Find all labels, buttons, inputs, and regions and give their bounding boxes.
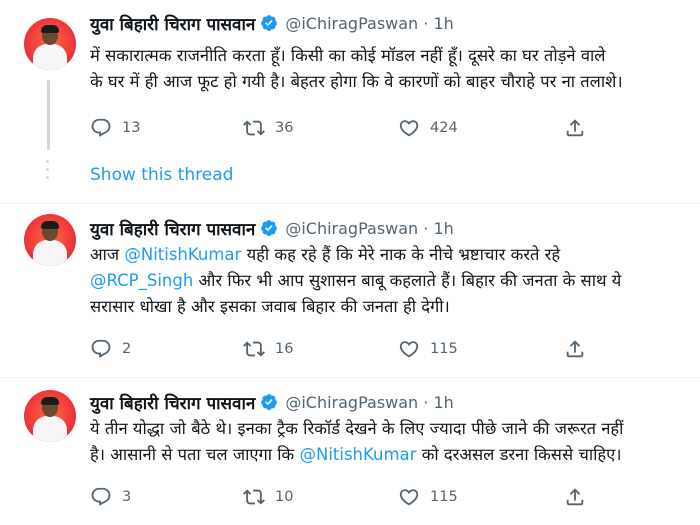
- share-button[interactable]: [564, 338, 586, 360]
- handle-timestamp[interactable]: @iChiragPaswan · 1h: [285, 393, 453, 412]
- reply-count: 13: [122, 120, 141, 136]
- text-segment: को दरअसल डरना किससे चाहिए।: [416, 445, 622, 464]
- reply-count: 2: [122, 341, 132, 357]
- handle-timestamp[interactable]: @iChiragPaswan · 1h: [285, 219, 453, 238]
- tweet-text-line: है। आसानी से पता चल जाएगा कि @NitishKuma…: [90, 442, 690, 468]
- tweet-header: युवा बिहारी चिराग पासवान @iChiragPaswan …: [90, 12, 454, 35]
- retweet-count: 36: [275, 120, 294, 136]
- reply-button[interactable]: 13: [90, 117, 140, 139]
- retweet-icon: [243, 341, 265, 357]
- like-count: 424: [430, 120, 458, 136]
- handle-timestamp[interactable]: @iChiragPaswan · 1h: [285, 14, 453, 33]
- tweet-text: ये तीन योद्धा जो बैठे थे। इनका ट्रैक रिक…: [90, 416, 690, 468]
- mention-link[interactable]: @NitishKumar: [124, 245, 241, 264]
- verified-badge-icon: [261, 220, 278, 236]
- share-icon: [566, 488, 584, 506]
- mention-link[interactable]: @NitishKumar: [299, 445, 416, 464]
- like-button[interactable]: 424: [398, 117, 458, 139]
- text-segment: और फिर भी आप सुशासन बाबू कहलाते हैं। बिह…: [193, 271, 622, 290]
- divider: [0, 377, 700, 378]
- avatar-hair: [41, 25, 59, 33]
- retweet-button[interactable]: 36: [243, 117, 293, 139]
- tweet-actions: 3 10 115: [90, 486, 610, 508]
- reply-button[interactable]: 2: [90, 338, 131, 360]
- tweet-text-line: सरासार धोखा है और इसका जवाब बिहार की जनत…: [90, 297, 450, 316]
- retweet-count: 10: [275, 489, 294, 505]
- avatar[interactable]: [24, 390, 76, 442]
- tweet-actions: 2 16 115: [90, 338, 610, 360]
- share-icon: [566, 119, 584, 137]
- reply-icon: [91, 487, 111, 506]
- tweet-header: युवा बिहारी चिराग पासवान @iChiragPaswan …: [90, 217, 454, 240]
- like-icon: [399, 489, 419, 506]
- text-segment: यही कह रहे हैं कि मेरे नाक के नीचे भ्रष्…: [241, 245, 561, 264]
- like-icon: [399, 120, 419, 137]
- avatar[interactable]: [24, 18, 76, 70]
- like-button[interactable]: 115: [398, 486, 458, 508]
- text-segment: है। आसानी से पता चल जाएगा कि: [90, 445, 300, 464]
- avatar-hair: [41, 221, 59, 229]
- like-count: 115: [430, 489, 458, 505]
- avatar-body: [33, 416, 67, 442]
- tweet-text: आज @NitishKumar यही कह रहे हैं कि मेरे न…: [90, 242, 690, 320]
- reply-count: 3: [122, 489, 132, 505]
- reply-icon: [91, 339, 111, 358]
- reply-button[interactable]: 3: [90, 486, 131, 508]
- verified-badge-icon: [261, 15, 278, 31]
- display-name[interactable]: युवा बिहारी चिराग पासवान: [90, 391, 255, 414]
- tweet-text-line: के घर में ही आज फूट हो गयी है। बेहतर होग…: [90, 72, 623, 91]
- tweet-actions: 13 36 424: [90, 117, 610, 139]
- avatar-hair: [41, 397, 59, 405]
- reply-icon: [91, 118, 111, 137]
- display-name[interactable]: युवा बिहारी चिराग पासवान: [90, 217, 255, 240]
- tweet-header: युवा बिहारी चिराग पासवान @iChiragPaswan …: [90, 391, 454, 414]
- retweet-button[interactable]: 16: [243, 338, 293, 360]
- text-segment: आज: [90, 245, 125, 264]
- tweet-text-line: ये तीन योद्धा जो बैठे थे। इनका ट्रैक रिक…: [90, 419, 624, 438]
- share-icon: [566, 340, 584, 358]
- retweet-button[interactable]: 10: [243, 486, 293, 508]
- share-button[interactable]: [564, 486, 586, 508]
- retweet-icon: [243, 489, 265, 505]
- divider: [0, 203, 700, 204]
- like-icon: [399, 341, 419, 358]
- avatar-body: [33, 44, 67, 70]
- thread-connector-dots: [46, 160, 49, 184]
- like-button[interactable]: 115: [398, 338, 458, 360]
- share-button[interactable]: [564, 117, 586, 139]
- show-thread-link[interactable]: Show this thread: [90, 165, 233, 185]
- mention-link[interactable]: @RCP_Singh: [90, 271, 193, 290]
- tweet-text-line: @RCP_Singh और फिर भी आप सुशासन बाबू कहला…: [90, 268, 690, 294]
- retweet-icon: [243, 120, 265, 136]
- avatar[interactable]: [24, 214, 76, 266]
- display-name[interactable]: युवा बिहारी चिराग पासवान: [90, 12, 255, 35]
- tweet-text: में सकारात्मक राजनीति करता हूँ। किसी का …: [90, 43, 690, 95]
- tweet-text-line: आज @NitishKumar यही कह रहे हैं कि मेरे न…: [90, 242, 690, 268]
- retweet-count: 16: [275, 341, 294, 357]
- avatar-body: [33, 240, 67, 266]
- tweet-text-line: में सकारात्मक राजनीति करता हूँ। किसी का …: [90, 46, 606, 65]
- thread-connector-line: [47, 80, 50, 150]
- like-count: 115: [430, 341, 458, 357]
- verified-badge-icon: [261, 394, 278, 410]
